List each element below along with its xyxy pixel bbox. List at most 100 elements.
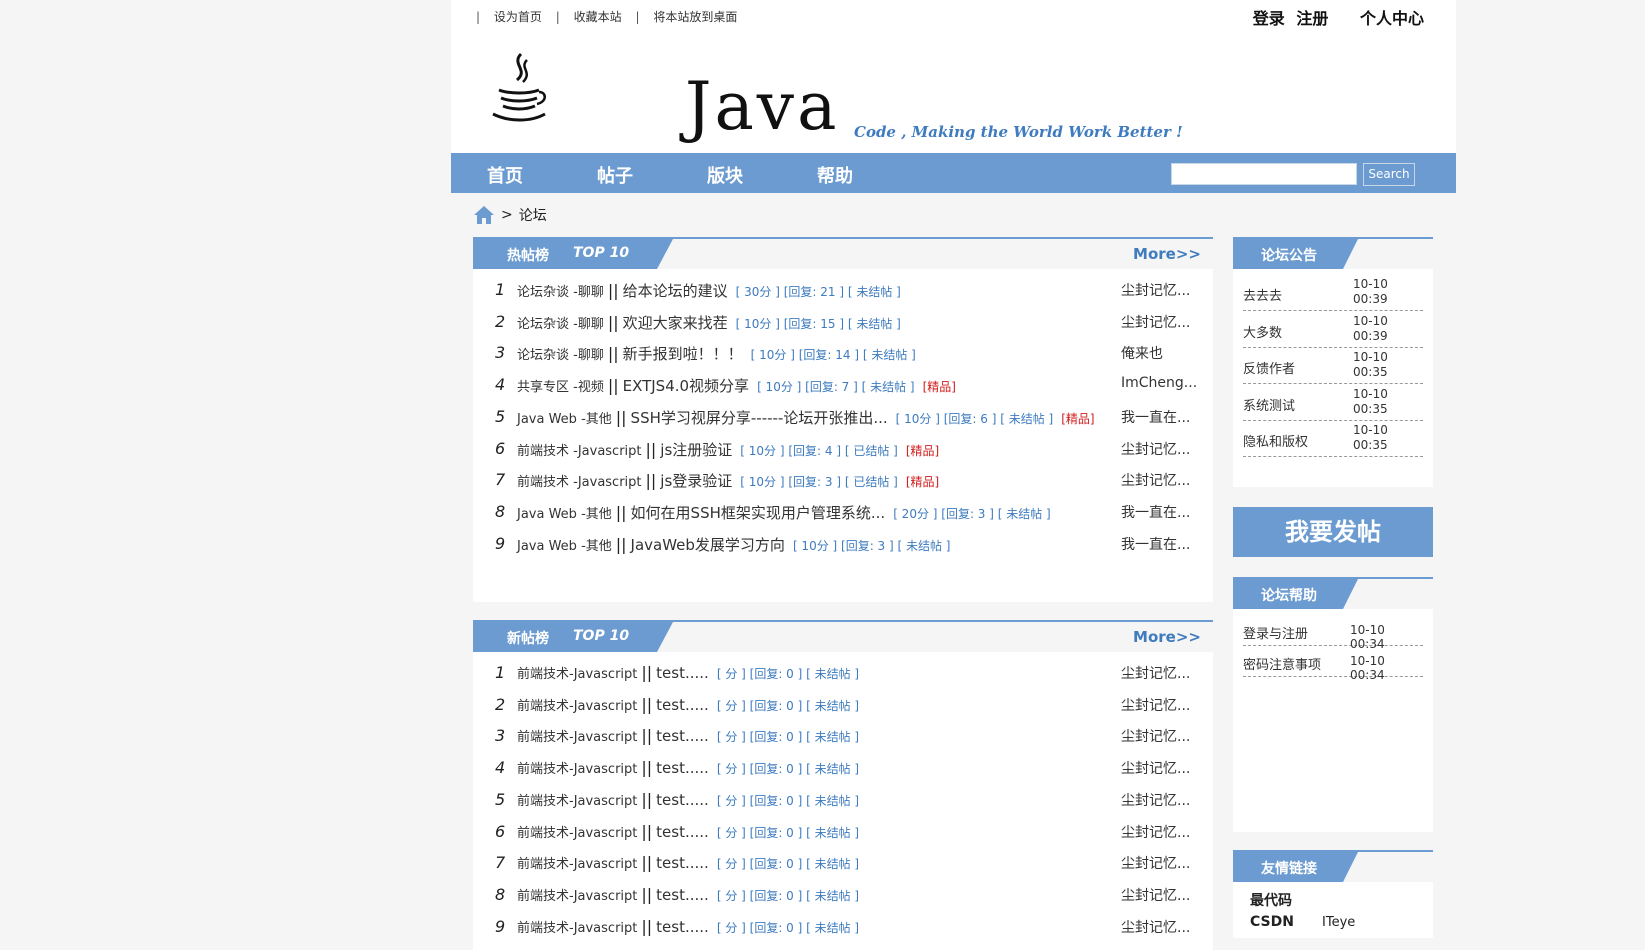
post-line: Java Web -其他 || JavaWeb发展学习方向 [ 10分 ] [回复: … bbox=[517, 534, 951, 555]
post-category[interactable]: 前端技术-Javascript bbox=[517, 889, 637, 904]
post-author[interactable]: 尘封记忆... bbox=[1121, 885, 1199, 905]
friend-link-csdn[interactable]: CSDN bbox=[1250, 914, 1294, 930]
friend-link-zuidaima[interactable]: 最代码 bbox=[1250, 890, 1292, 910]
post-author[interactable]: 尘封记忆... bbox=[1121, 726, 1199, 746]
post-author[interactable]: ImCheng... bbox=[1121, 375, 1199, 391]
notice-title-link[interactable]: 大多数 bbox=[1243, 322, 1282, 341]
post-line: 论坛杂谈 -聊聊 || 给本论坛的建议 [ 30分 ] [回复: 21 ] [ 未结帖… bbox=[517, 280, 901, 301]
post-author[interactable]: 俺来也 bbox=[1121, 343, 1199, 363]
category-separator: || bbox=[607, 344, 619, 364]
post-title-link[interactable]: test..... bbox=[656, 823, 709, 841]
post-category[interactable]: 前端技术-Javascript bbox=[517, 794, 637, 809]
notice-title-link[interactable]: 隐私和版权 bbox=[1243, 431, 1308, 450]
post-author[interactable]: 尘封记忆... bbox=[1121, 470, 1199, 490]
post-category[interactable]: 前端技术-Javascript bbox=[517, 730, 637, 745]
post-author[interactable]: 尘封记忆... bbox=[1121, 853, 1199, 873]
post-title-link[interactable]: test..... bbox=[656, 696, 709, 714]
post-title-link[interactable]: test..... bbox=[656, 759, 709, 777]
post-category[interactable]: 前端技术-Javascript bbox=[517, 826, 637, 841]
hot-posts-top-label: TOP 10 bbox=[573, 245, 630, 261]
post-title-link[interactable]: test..... bbox=[656, 791, 709, 809]
post-category[interactable]: 前端技术-Javascript bbox=[517, 921, 637, 936]
post-title-link[interactable]: SSH学习视屏分享------论坛开张推出... bbox=[631, 409, 888, 427]
post-meta: [ 10分 ] [回复: 4 ] [ 已结帖 ] bbox=[740, 443, 898, 458]
rank-number: 9 bbox=[495, 916, 506, 936]
post-title-link[interactable]: test..... bbox=[656, 854, 709, 872]
list-item: 3 前端技术-Javascript || test..... [ 分 ] [回复: 0 … bbox=[473, 719, 1213, 751]
post-author[interactable]: 尘封记忆... bbox=[1121, 439, 1199, 459]
post-category[interactable]: Java Web -其他 bbox=[517, 507, 612, 522]
post-meta: [ 10分 ] [回复: 7 ] [ 未结帖 ] bbox=[757, 380, 915, 395]
register-link[interactable]: 注册 bbox=[1296, 9, 1328, 28]
friend-link-iteye[interactable]: ITeye bbox=[1322, 915, 1355, 930]
desktop-shortcut-link[interactable]: 将本站放到桌面 bbox=[653, 10, 737, 24]
notice-date-day: 10-10 bbox=[1353, 350, 1388, 364]
notice-title-link[interactable]: 系统测试 bbox=[1243, 395, 1295, 414]
post-author[interactable]: 我一直在... bbox=[1121, 407, 1199, 427]
breadcrumb-current[interactable]: 论坛 bbox=[519, 205, 547, 225]
post-category[interactable]: 前端技术 -Javascript bbox=[517, 444, 642, 459]
post-category[interactable]: 前端技术-Javascript bbox=[517, 667, 637, 682]
search-input[interactable] bbox=[1171, 163, 1357, 185]
list-item: 6 前端技术-Javascript || test..... [ 分 ] [回复: 0 … bbox=[473, 815, 1213, 847]
post-title-link[interactable]: js注册验证 bbox=[660, 441, 732, 459]
personal-center-link[interactable]: 个人中心 bbox=[1360, 9, 1424, 28]
post-title-link[interactable]: test..... bbox=[656, 727, 709, 745]
post-category[interactable]: 前端技术 -Javascript bbox=[517, 475, 642, 490]
bookmark-link[interactable]: 收藏本站 bbox=[574, 10, 622, 24]
help-title-link[interactable]: 密码注意事项 bbox=[1243, 654, 1321, 673]
post-title-link[interactable]: EXTJS4.0视频分享 bbox=[623, 377, 749, 395]
post-title-link[interactable]: 给本论坛的建议 bbox=[623, 282, 728, 300]
friend-links-title: 友情链接 bbox=[1261, 861, 1317, 877]
home-icon[interactable] bbox=[473, 205, 495, 225]
rank-number: 3 bbox=[495, 343, 506, 363]
post-author[interactable]: 尘封记忆... bbox=[1121, 280, 1199, 300]
new-post-button[interactable]: 我要发帖 bbox=[1233, 507, 1433, 557]
post-category[interactable]: 前端技术-Javascript bbox=[517, 857, 637, 872]
post-category[interactable]: 前端技术-Javascript bbox=[517, 699, 637, 714]
post-line: 前端技术-Javascript || test..... [ 分 ] [回复: 0 ]… bbox=[517, 790, 859, 809]
login-link[interactable]: 登录 bbox=[1253, 9, 1285, 28]
hot-posts-more-link[interactable]: More>> bbox=[1133, 245, 1201, 263]
new-posts-more-link[interactable]: More>> bbox=[1133, 628, 1201, 646]
nav-home[interactable]: 首页 bbox=[487, 162, 523, 188]
post-title-link[interactable]: 如何在用SSH框架实现用户管理系统... bbox=[631, 504, 886, 522]
post-title-link[interactable]: 欢迎大家来找茬 bbox=[623, 314, 728, 332]
list-item: 5 前端技术-Javascript || test..... [ 分 ] [回复: 0 … bbox=[473, 783, 1213, 815]
post-category[interactable]: Java Web -其他 bbox=[517, 539, 612, 554]
post-category[interactable]: 论坛杂谈 -聊聊 bbox=[517, 317, 604, 332]
post-title-link[interactable]: test..... bbox=[656, 886, 709, 904]
search-button[interactable]: Search bbox=[1363, 163, 1415, 186]
post-title-link[interactable]: test..... bbox=[656, 918, 709, 936]
post-author[interactable]: 尘封记忆... bbox=[1121, 663, 1199, 683]
post-title-link[interactable]: 新手报到啦！！！ bbox=[623, 345, 743, 363]
post-category[interactable]: 论坛杂谈 -聊聊 bbox=[517, 285, 604, 300]
nav-boards[interactable]: 版块 bbox=[707, 162, 743, 188]
post-author[interactable]: 尘封记忆... bbox=[1121, 822, 1199, 842]
set-homepage-link[interactable]: 设为首页 bbox=[494, 10, 542, 24]
post-title-link[interactable]: JavaWeb发展学习方向 bbox=[631, 536, 785, 554]
post-author[interactable]: 我一直在... bbox=[1121, 502, 1199, 522]
post-category[interactable]: 共享专区 -视频 bbox=[517, 380, 604, 395]
post-author[interactable]: 尘封记忆... bbox=[1121, 758, 1199, 778]
new-posts-panel: 新帖榜 TOP 10 More>> 1 前端技术-Javascript || test… bbox=[473, 620, 1213, 950]
post-title-link[interactable]: js登录验证 bbox=[660, 472, 732, 490]
category-separator: || bbox=[641, 884, 653, 904]
post-author[interactable]: 尘封记忆... bbox=[1121, 695, 1199, 715]
notice-title-link[interactable]: 去去去 bbox=[1243, 285, 1282, 304]
rank-number: 4 bbox=[495, 375, 506, 395]
post-author[interactable]: 尘封记忆... bbox=[1121, 790, 1199, 810]
nav-help[interactable]: 帮助 bbox=[817, 162, 853, 188]
list-item: 8 Java Web -其他 || 如何在用SSH框架实现用户管理系统... [ 20分… bbox=[473, 495, 1213, 527]
post-author[interactable]: 我一直在... bbox=[1121, 534, 1199, 554]
post-category[interactable]: Java Web -其他 bbox=[517, 412, 612, 427]
post-category[interactable]: 前端技术-Javascript bbox=[517, 762, 637, 777]
post-title-link[interactable]: test..... bbox=[656, 664, 709, 682]
post-category[interactable]: 论坛杂谈 -聊聊 bbox=[517, 348, 604, 363]
post-author[interactable]: 尘封记忆... bbox=[1121, 917, 1199, 937]
rank-number: 1 bbox=[495, 663, 506, 682]
notice-title-link[interactable]: 反馈作者 bbox=[1243, 358, 1295, 377]
post-author[interactable]: 尘封记忆... bbox=[1121, 312, 1199, 332]
nav-posts[interactable]: 帖子 bbox=[597, 162, 633, 188]
help-title-link[interactable]: 登录与注册 bbox=[1243, 623, 1308, 642]
